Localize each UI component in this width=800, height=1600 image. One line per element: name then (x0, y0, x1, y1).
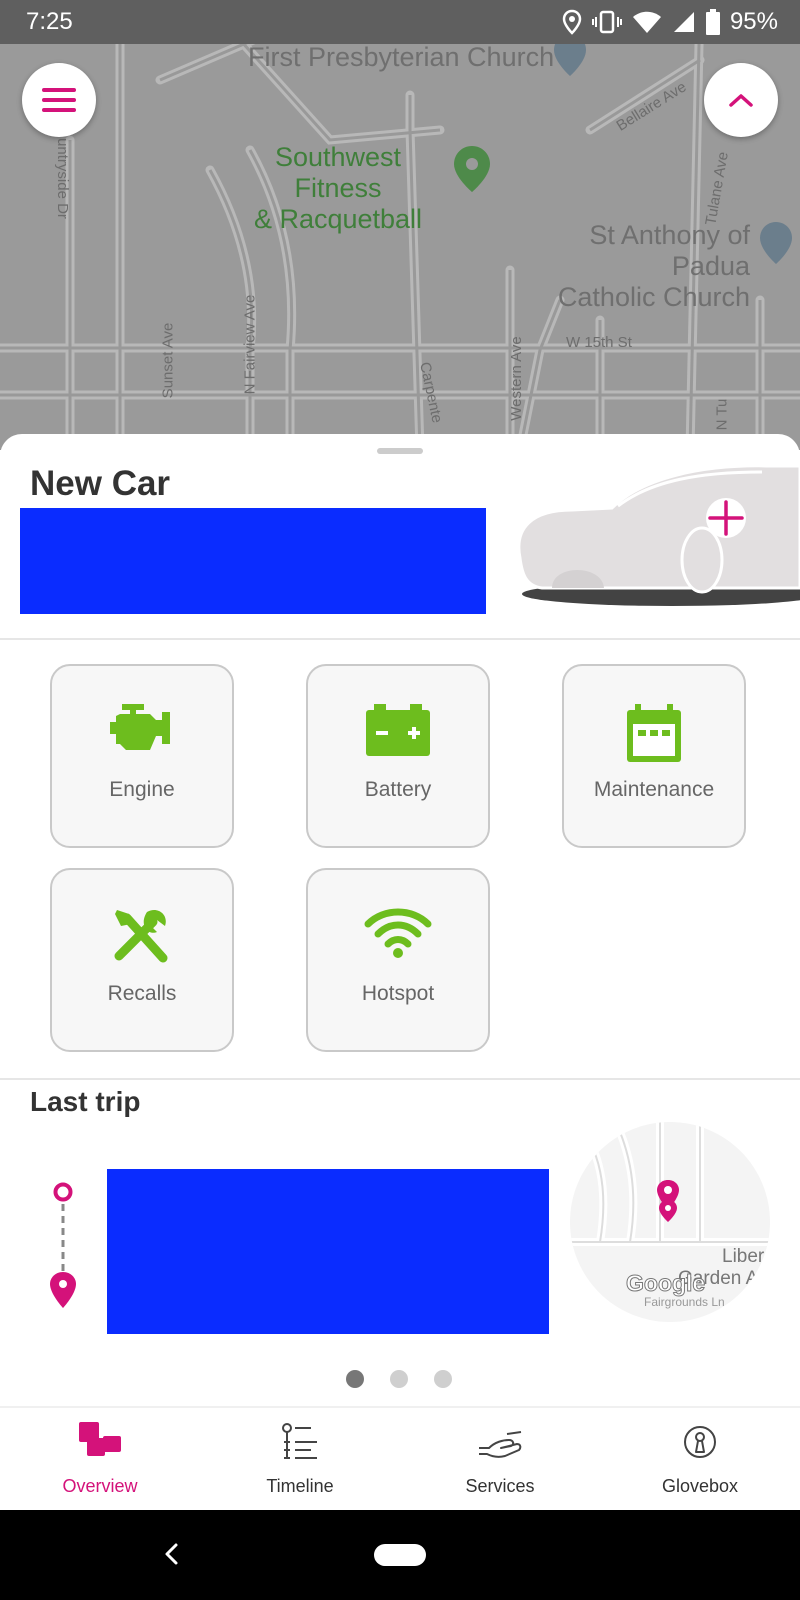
wifi-icon (364, 908, 432, 958)
overview-icon (79, 1422, 121, 1456)
vehicle-info-redacted (20, 508, 486, 614)
pager-dot[interactable] (434, 1370, 452, 1388)
system-navigation-bar (0, 1510, 800, 1600)
status-bar: 7:25 95% (0, 0, 800, 44)
google-logo: Google (625, 1270, 706, 1297)
tile-label: Recalls (107, 982, 177, 1005)
status-icons: 95% (562, 8, 778, 36)
battery-percentage: 95% (729, 8, 778, 35)
nav-overview[interactable]: Overview (0, 1408, 200, 1512)
tile-label: Maintenance (593, 778, 715, 801)
location-icon (562, 9, 582, 35)
keyhole-icon (684, 1426, 716, 1458)
tile-label: Battery (364, 778, 432, 801)
trip-pager[interactable] (346, 1370, 452, 1388)
system-back-button[interactable] (156, 1536, 186, 1572)
street-label: untryside Dr (53, 138, 71, 219)
bottom-navigation: Overview Timeline Services Glovebox (0, 1406, 800, 1510)
map-road-label: Fairgrounds Ln (644, 1295, 725, 1309)
poi-first-presbyterian-church[interactable]: First Presbyterian Church (248, 42, 554, 73)
status-time: 7:25 (26, 8, 73, 35)
car-silhouette-image[interactable] (512, 448, 800, 614)
street-label: N Tu (713, 398, 731, 431)
poi-label-line: Catholic Church (557, 282, 750, 312)
pager-dot-active[interactable] (346, 1370, 364, 1388)
divider (0, 638, 800, 640)
timeline-icon (282, 1423, 317, 1459)
nav-label: Services (465, 1476, 535, 1496)
menu-button[interactable] (22, 63, 96, 137)
tile-label: Hotspot (361, 982, 435, 1005)
tile-battery[interactable]: Battery (306, 664, 490, 848)
nav-glovebox[interactable]: Glovebox (600, 1408, 800, 1512)
tools-icon (114, 909, 168, 963)
calendar-icon (627, 704, 681, 762)
nav-timeline[interactable]: Timeline (200, 1408, 400, 1512)
tile-engine[interactable]: Engine (50, 664, 234, 848)
street-label: Sunset Ave (159, 322, 177, 399)
battery-icon (366, 704, 430, 756)
nav-label: Overview (62, 1476, 138, 1496)
divider (0, 1078, 800, 1080)
trip-info-redacted[interactable] (107, 1169, 549, 1334)
trip-map-thumbnail[interactable]: Liber Garden A Fairgrounds Ln Google (570, 1122, 770, 1322)
poi-label-line: St Anthony of Padua (589, 220, 750, 281)
trip-route-indicator (50, 1182, 76, 1308)
battery-status-icon (705, 9, 720, 35)
wifi-status-icon (632, 11, 661, 33)
poi-st-anthony-church[interactable]: St Anthony of Padua Catholic Church (510, 220, 750, 313)
pager-dot[interactable] (390, 1370, 408, 1388)
drag-handle[interactable] (377, 448, 423, 454)
back-chevron-icon (165, 1543, 178, 1565)
hamburger-icon (42, 88, 76, 112)
cellular-signal-icon (673, 12, 694, 32)
chevron-up-icon (729, 94, 753, 107)
vehicle-title: New Car (30, 464, 171, 503)
collapse-map-button[interactable] (704, 63, 778, 137)
tile-maintenance[interactable]: Maintenance (562, 664, 746, 848)
nav-label: Glovebox (661, 1476, 739, 1496)
engine-icon (110, 704, 170, 750)
street-label: N Fairview Ave (241, 294, 259, 395)
tile-recalls[interactable]: Recalls (50, 868, 234, 1052)
map-view[interactable]: First Presbyterian Church Southwest Fitn… (0, 0, 800, 450)
tile-label: Engine (109, 778, 175, 801)
hand-service-icon (479, 1431, 522, 1458)
street-label: Western Ave (507, 336, 525, 421)
poi-southwest-fitness[interactable]: Southwest Fitness & Racquetball (228, 142, 448, 235)
nav-label: Timeline (266, 1476, 334, 1496)
poi-label-line: Southwest Fitness (274, 142, 402, 203)
last-trip-title: Last trip (30, 1086, 141, 1117)
system-home-button[interactable] (374, 1544, 426, 1566)
vibrate-icon (591, 10, 622, 34)
vehicle-sheet: New Car Engine Battery Maintenance Recal… (0, 434, 800, 1510)
tile-hotspot[interactable]: Hotspot (306, 868, 490, 1052)
street-label: W 15th St (566, 334, 632, 351)
poi-label-line: & Racquetball (253, 204, 423, 234)
map-place-label: Liber (722, 1246, 765, 1267)
nav-services[interactable]: Services (400, 1408, 600, 1512)
